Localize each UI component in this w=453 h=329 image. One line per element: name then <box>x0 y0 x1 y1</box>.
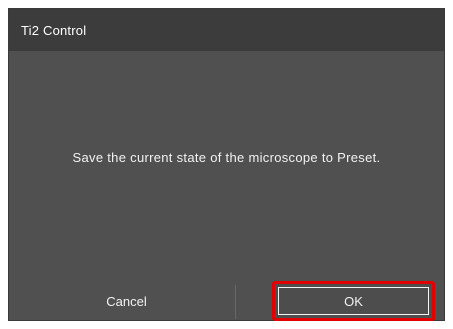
dialog-button-row: Cancel OK <box>9 281 444 321</box>
cancel-button-label: Cancel <box>106 293 147 309</box>
ok-button-label: OK <box>344 293 363 309</box>
title-bar: Ti2 Control <box>9 9 444 51</box>
ok-button[interactable]: OK <box>272 281 435 321</box>
dialog-message: Save the current state of the microscope… <box>72 150 381 165</box>
window-title: Ti2 Control <box>21 22 87 38</box>
cancel-button[interactable]: Cancel <box>29 282 224 320</box>
save-preset-dialog: Ti2 Control Save the current state of th… <box>8 8 445 321</box>
button-divider <box>235 285 236 319</box>
